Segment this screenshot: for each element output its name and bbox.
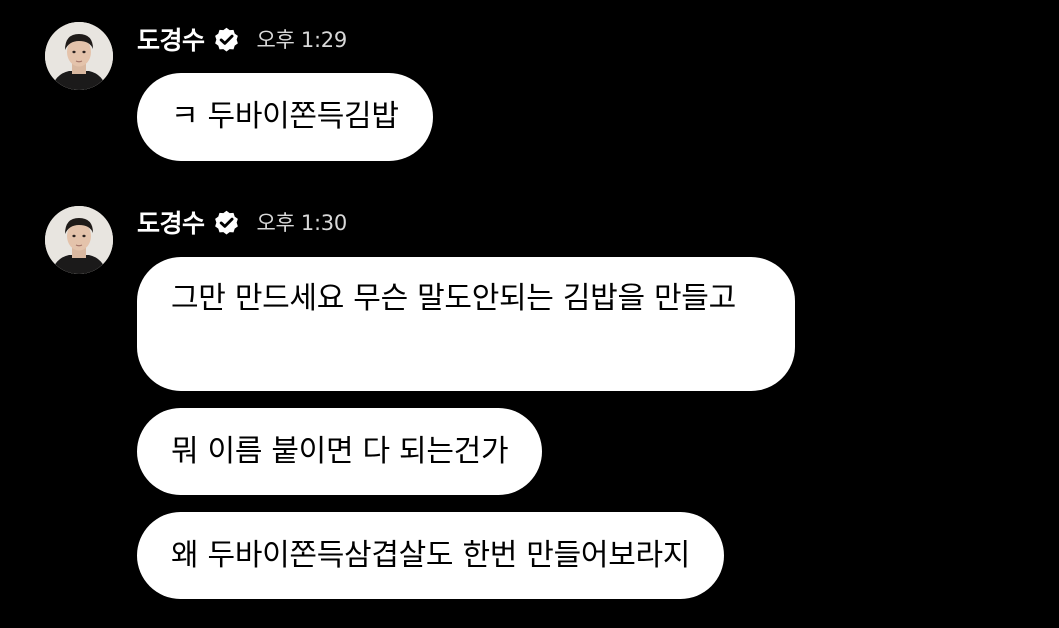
timestamp: 오후 1:30 — [256, 211, 348, 235]
avatar[interactable] — [45, 22, 113, 90]
message-bubble[interactable]: 그만 만드세요 무슨 말도안되는 김밥을 만들고 — [137, 257, 795, 391]
avatar-portrait-icon — [45, 22, 113, 90]
avatar[interactable] — [45, 206, 113, 274]
avatar-portrait-icon — [45, 206, 113, 274]
sender-name[interactable]: 도경수 — [137, 21, 205, 57]
message-bubble[interactable]: 왜 두바이쫀득삼겹살도 한번 만들어보라지 — [137, 512, 725, 599]
verified-badge-icon — [212, 25, 241, 54]
sender-name[interactable]: 도경수 — [137, 204, 205, 240]
message-header: 도경수 오후 1:29 — [137, 22, 347, 56]
message-header: 도경수 오후 1:30 — [137, 205, 347, 239]
message-bubble[interactable]: 뭐 이름 붙이면 다 되는건가 — [137, 408, 543, 495]
message-bubble[interactable]: ㅋ 두바이쫀득김밥 — [137, 73, 433, 161]
timestamp: 오후 1:29 — [256, 28, 348, 52]
verified-badge-icon — [212, 208, 241, 237]
